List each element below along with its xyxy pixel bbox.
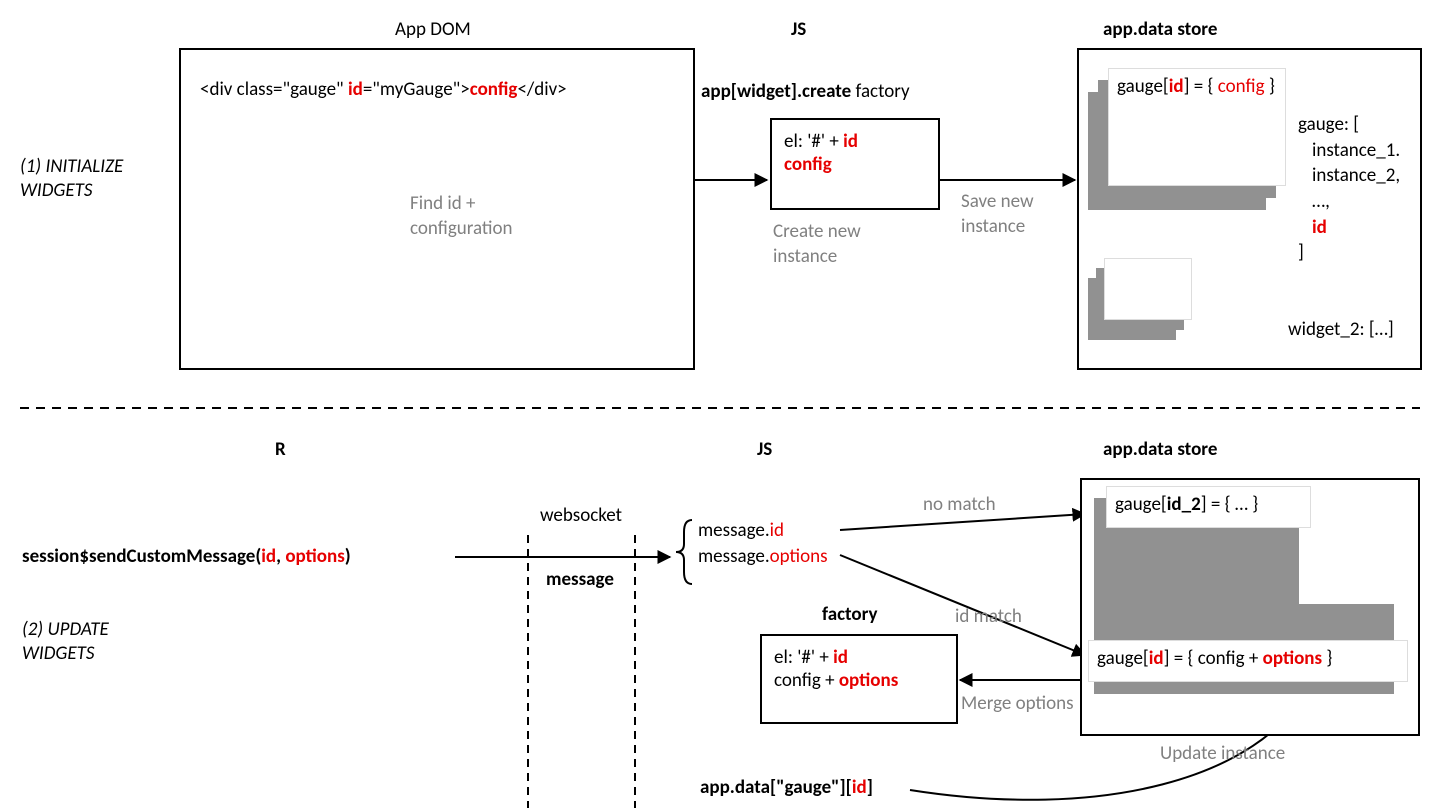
- header-js: JS: [791, 18, 806, 41]
- factory-box-bottom: el: '#' + id config + options: [760, 634, 958, 724]
- widget2-label: widget_2: […]: [1288, 318, 1394, 341]
- lookup-text: app.data["gauge"][id]: [700, 776, 873, 799]
- save-instance-label: Save new instance: [961, 190, 1081, 239]
- card2-front: gauge[id] = { config + options }: [1088, 640, 1408, 682]
- header-js-bottom: JS: [757, 438, 772, 461]
- no-match-label: no match: [923, 493, 996, 516]
- section-1-label: (1) INITIALIZE WIDGETS: [20, 155, 170, 203]
- message-label: message: [546, 568, 614, 591]
- stack-front-2: [1104, 258, 1192, 320]
- message-options-line: message.options: [698, 544, 828, 570]
- websocket-label: websocket: [540, 504, 622, 527]
- create-instance-label: Create new instance: [773, 220, 913, 269]
- message-block: message.id message.options: [698, 518, 828, 569]
- header-store: app.data store: [1103, 18, 1217, 41]
- message-id-line: message.id: [698, 518, 828, 544]
- factory-title-bottom: factory: [822, 603, 878, 626]
- header-r: R: [275, 438, 286, 461]
- gauge-list: gauge: [ instance_1. instance_2, …, id ]: [1298, 112, 1400, 266]
- header-app-dom: App DOM: [395, 18, 471, 41]
- update-instance-label: Update instance: [1160, 742, 1285, 765]
- card1-front: gauge[id_2] = { … }: [1106, 486, 1311, 528]
- factory-bottom-l1: el: '#' + id: [774, 646, 944, 669]
- factory-bottom-l2: config + options: [774, 669, 944, 692]
- dom-code-line: <div class="gauge" id="myGauge">config</…: [200, 78, 567, 101]
- factory-line2: config: [784, 153, 926, 176]
- merge-options-label: Merge options: [961, 692, 1074, 715]
- header-store-bottom: app.data store: [1103, 438, 1217, 461]
- r-call: session$sendCustomMessage(id, options): [22, 545, 351, 568]
- gauge-card-top: gauge[id] = { config }: [1108, 68, 1286, 186]
- gauge-card-text: gauge[id] = { config }: [1117, 75, 1275, 98]
- card2-text: gauge[id] = { config + options }: [1097, 647, 1332, 670]
- factory-box-top: el: '#' + id config: [770, 118, 940, 210]
- find-id-label: Find id + configuration: [410, 192, 570, 241]
- factory-line1: el: '#' + id: [784, 130, 926, 153]
- id-match-label: id match: [955, 605, 1022, 628]
- factory-title-top: app[widget].create factory: [701, 80, 910, 103]
- section-2-label: (2) UPDATE WIDGETS: [22, 618, 172, 666]
- card1-text: gauge[id_2] = { … }: [1115, 493, 1258, 516]
